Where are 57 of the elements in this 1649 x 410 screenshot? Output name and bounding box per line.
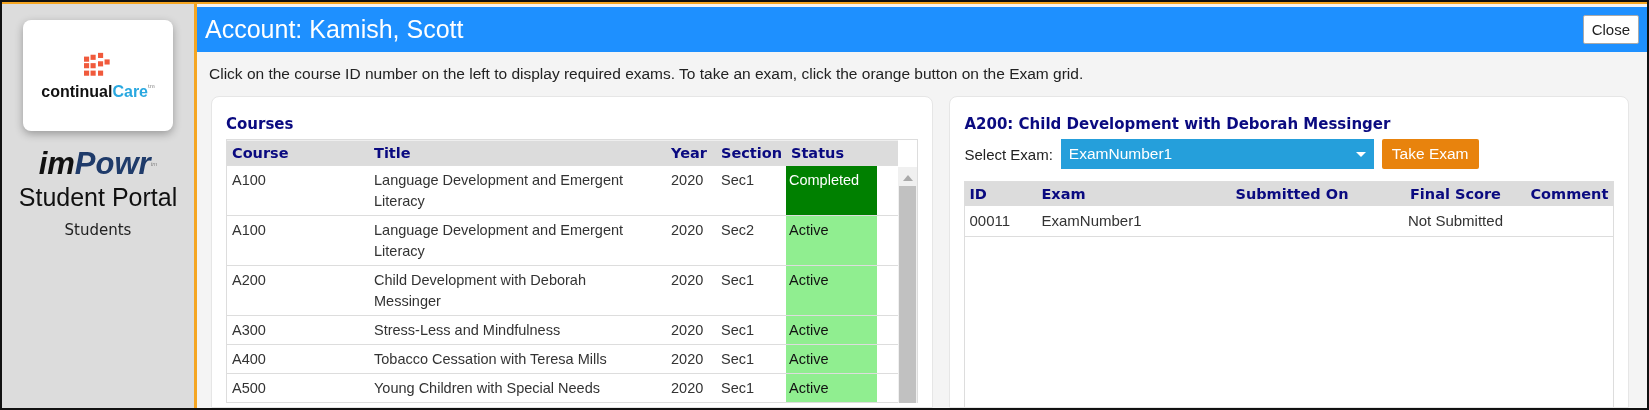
panel-title: Courses <box>226 115 295 133</box>
close-button[interactable]: Close <box>1582 15 1639 44</box>
course-id-link[interactable]: A200 <box>227 266 369 315</box>
column-header: Title <box>373 144 412 163</box>
scrollbar[interactable] <box>897 167 918 403</box>
table-cell-text: Tobacco Cessation with Teresa Mills <box>373 350 608 369</box>
course-id-link[interactable]: A100 <box>227 216 369 265</box>
status-cell: Active <box>786 216 877 265</box>
table-cell-text: 2020 <box>670 271 705 290</box>
table-cell-text: 2020 <box>670 221 705 240</box>
table-cell-text: 2020 <box>670 350 705 369</box>
role-label: Students <box>64 221 132 239</box>
table-cell-text: Not Submitted <box>1406 211 1504 231</box>
select-label: Select Exam: <box>964 145 1053 163</box>
table-cell-text: Sec2 <box>720 221 756 240</box>
column-header: Final Score <box>1408 185 1502 204</box>
table-cell-text: ExamNumber1 <box>1040 211 1143 231</box>
account-title: Account: Kamish, Scott <box>205 15 464 44</box>
column-header: Section <box>720 144 784 163</box>
instructions-text: Click on the course ID number on the left to display required exams. To take an exam, click the orange button on the Exam grid. <box>208 64 1085 84</box>
column-header: Course <box>231 144 290 163</box>
table-cell-text: 2020 <box>670 321 705 340</box>
table-cell-text: Sec1 <box>720 379 756 398</box>
table-cell-text: Young Children with Special Needs <box>373 379 601 398</box>
course-id-link[interactable]: A300 <box>227 316 369 344</box>
status-cell: Active <box>786 316 877 344</box>
column-header: Comment <box>1529 185 1610 204</box>
column-header: Year <box>670 144 708 163</box>
table-cell-text: 00011 <box>968 211 1012 231</box>
course-id-link[interactable]: A500 <box>227 374 369 402</box>
table-cell-text: Language Development and Emergent Literacy <box>373 171 625 211</box>
table-cell-text: Sec1 <box>720 271 756 290</box>
caret-icon <box>1355 151 1366 157</box>
table-cell-text: 2020 <box>670 379 705 398</box>
column-header: Submitted On <box>1234 185 1350 204</box>
table-cell-text: Sec1 <box>720 321 756 340</box>
status-cell: Active <box>786 266 877 315</box>
table-cell-text: Child Development with Deborah Messinger <box>373 271 587 311</box>
status-cell: Active <box>786 345 877 373</box>
scrollbar-thumb[interactable] <box>899 186 917 403</box>
column-header: Exam <box>1040 185 1087 204</box>
column-header: ID <box>968 185 988 204</box>
table-cell-text: Sec1 <box>720 350 756 369</box>
course-id-link[interactable]: A100 <box>227 166 369 215</box>
logo-wordmark: continualCare$^{tm}$ <box>41 82 155 101</box>
status-cell: Active <box>786 374 877 402</box>
panel-title: A200: Child Development with Deborah Messinger <box>964 115 1392 133</box>
table-cell-text: 2020 <box>670 171 705 190</box>
column-header: Status <box>790 144 846 163</box>
table-cell-text: Stress-Less and Mindfulness <box>373 321 562 340</box>
table-cell-text: Language Development and Emergent Literacy <box>373 221 625 261</box>
brand-wordmark: imPowr$^{tm}$ <box>38 147 158 181</box>
squares-icon <box>84 50 112 79</box>
course-id-link[interactable]: A400 <box>227 345 369 373</box>
portal-title: Student Portal <box>18 182 178 213</box>
status-cell: Completed <box>786 166 877 215</box>
table-cell-text: Sec1 <box>720 171 756 190</box>
